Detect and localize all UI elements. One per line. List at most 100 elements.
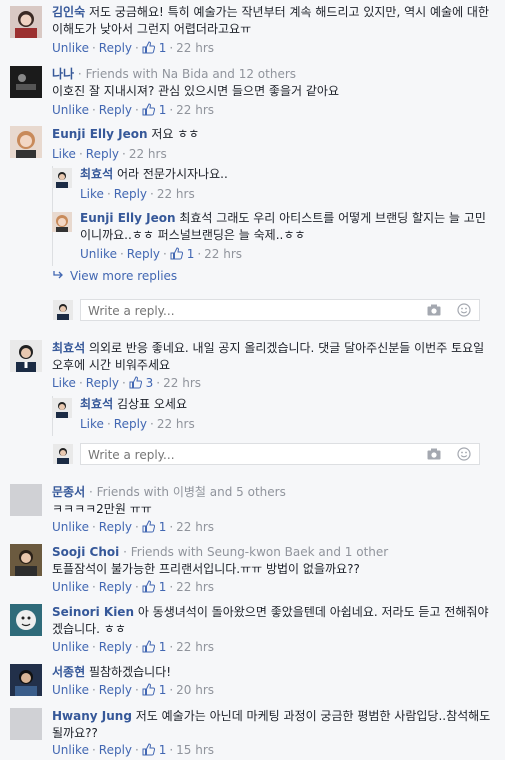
avatar[interactable] [52, 168, 72, 188]
timestamp[interactable]: 22 hrs [176, 520, 214, 534]
emoji-icon[interactable] [457, 303, 471, 320]
thumbs-up-icon [170, 247, 183, 264]
like-count[interactable]: 1 [159, 640, 167, 654]
commenter-name[interactable]: 문종서 [52, 485, 85, 499]
thumbs-up-icon [142, 580, 155, 597]
reply-button[interactable]: Reply [99, 683, 132, 697]
avatar[interactable] [10, 6, 42, 38]
like-count[interactable]: 1 [159, 683, 167, 697]
timestamp[interactable]: 22 hrs [129, 147, 167, 161]
reply-button[interactable]: Reply [127, 247, 160, 261]
reply-button[interactable]: Reply [99, 640, 132, 654]
timestamp[interactable]: 22 hrs [176, 41, 214, 55]
reply-arrow-icon [52, 269, 64, 283]
unlike-button[interactable]: Unlike [52, 103, 89, 117]
unlike-button[interactable]: Unlike [52, 640, 89, 654]
like-count[interactable]: 1 [159, 580, 167, 594]
like-count[interactable]: 1 [159, 520, 167, 534]
mutual-friends[interactable]: Friends with Seung-kwon Baek and 1 other [131, 545, 388, 559]
timestamp[interactable]: 22 hrs [157, 417, 195, 431]
avatar[interactable] [10, 544, 42, 576]
like-count[interactable]: 1 [159, 41, 167, 55]
like-button[interactable]: Like [52, 147, 76, 161]
reply-input-box [80, 299, 480, 321]
camera-icon[interactable] [427, 304, 441, 319]
timestamp[interactable]: 22 hrs [157, 187, 195, 201]
commenter-name[interactable]: 김인숙 [52, 5, 85, 19]
like-count[interactable]: 1 [187, 247, 195, 261]
avatar[interactable] [52, 398, 72, 418]
unlike-button[interactable]: Unlike [52, 580, 89, 594]
reply-button[interactable]: Reply [99, 41, 132, 55]
comment-text: 저도 궁금해요! 특히 예술가는 작년부터 계속 해드리고 있지만, 역시 예술… [52, 5, 490, 36]
timestamp[interactable]: 22 hrs [176, 640, 214, 654]
like-count[interactable]: 1 [159, 103, 167, 117]
reply-button[interactable]: Reply [99, 103, 132, 117]
comment-text: 의외로 반응 좋네요. 내일 공지 올리겠습니다. 댓글 달아주신분들 이번주 … [52, 341, 485, 372]
timestamp[interactable]: 22 hrs [204, 247, 242, 261]
avatar[interactable] [10, 66, 42, 98]
avatar[interactable] [10, 708, 42, 740]
comment-text: 저요 ㅎㅎ [151, 127, 200, 141]
reply-input[interactable] [86, 446, 420, 464]
commenter-name[interactable]: 최효석 [80, 397, 113, 411]
avatar[interactable] [10, 604, 42, 636]
camera-icon[interactable] [427, 448, 441, 463]
comment-text: ㅋㅋㅋㅋ2만원 ㅠㅠ [52, 502, 152, 516]
thumbs-up-icon [129, 376, 142, 393]
commenter-name[interactable]: Sooji Choi [52, 545, 119, 559]
comment-text: 이호진 잘 지내시져? 관심 있으시면 들으면 좋을거 같아요 [52, 84, 339, 98]
unlike-button[interactable]: Unlike [52, 520, 89, 534]
commenter-name[interactable]: 서종현 [52, 665, 85, 679]
comment-text: 어라 전문가시자나요.. [116, 167, 228, 181]
thumbs-up-icon [142, 520, 155, 537]
like-button[interactable]: Like [80, 417, 104, 431]
reply-button[interactable]: Reply [114, 417, 147, 431]
comment-text: 필참하겠습니다! [88, 665, 172, 679]
unlike-button[interactable]: Unlike [52, 41, 89, 55]
reply-button[interactable]: Reply [86, 147, 119, 161]
timestamp[interactable]: 22 hrs [176, 103, 214, 117]
reply-input[interactable] [86, 302, 420, 320]
commenter-name[interactable]: Seinori Kien [52, 605, 134, 619]
thumbs-up-icon [142, 683, 155, 700]
mutual-friends[interactable]: Friends with Na Bida and 12 others [86, 67, 296, 81]
reply-button[interactable]: Reply [99, 520, 132, 534]
comment-feed: 김인숙 저도 궁금해요! 특히 예술가는 작년부터 계속 해드리고 있지만, 역… [0, 0, 505, 760]
unlike-button[interactable]: Unlike [52, 683, 89, 697]
like-count[interactable]: 1 [159, 743, 167, 757]
avatar[interactable] [10, 664, 42, 696]
unlike-button[interactable]: Unlike [52, 743, 89, 757]
unlike-button[interactable]: Unlike [80, 247, 117, 261]
reply-button[interactable]: Reply [114, 187, 147, 201]
commenter-name[interactable]: 최효석 [80, 167, 113, 181]
avatar[interactable] [10, 340, 42, 372]
commenter-name[interactable]: Eunji Elly Jeon [52, 127, 148, 141]
mutual-friends[interactable]: Friends with 이병철 and 5 others [97, 485, 286, 499]
commenter-name[interactable]: 최효석 [52, 341, 85, 355]
like-button[interactable]: Like [80, 187, 104, 201]
like-button[interactable]: Like [52, 376, 76, 390]
comment-text: 토플잠석이 불가능한 프리랜서입니다.ㅠㅠ 방법이 없을까요?? [52, 562, 360, 576]
reply-input-box [80, 443, 480, 465]
reply-button[interactable]: Reply [86, 376, 119, 390]
thumbs-up-icon [142, 103, 155, 120]
thumbs-up-icon [142, 743, 155, 760]
timestamp[interactable]: 22 hrs [176, 580, 214, 594]
emoji-icon[interactable] [457, 447, 471, 464]
reply-button[interactable]: Reply [99, 580, 132, 594]
timestamp[interactable]: 15 hrs [176, 743, 214, 757]
avatar [53, 300, 73, 320]
avatar[interactable] [10, 484, 42, 516]
timestamp[interactable]: 22 hrs [163, 376, 201, 390]
thumbs-up-icon [142, 41, 155, 58]
commenter-name[interactable]: Hwany Jung [52, 709, 132, 723]
avatar[interactable] [10, 126, 42, 158]
view-more-replies-link[interactable]: View more replies [52, 269, 177, 283]
timestamp[interactable]: 20 hrs [176, 683, 214, 697]
commenter-name[interactable]: 나나 [52, 67, 74, 81]
commenter-name[interactable]: Eunji Elly Jeon [80, 211, 176, 225]
like-count[interactable]: 3 [146, 376, 154, 390]
avatar[interactable] [52, 212, 72, 232]
reply-button[interactable]: Reply [99, 743, 132, 757]
